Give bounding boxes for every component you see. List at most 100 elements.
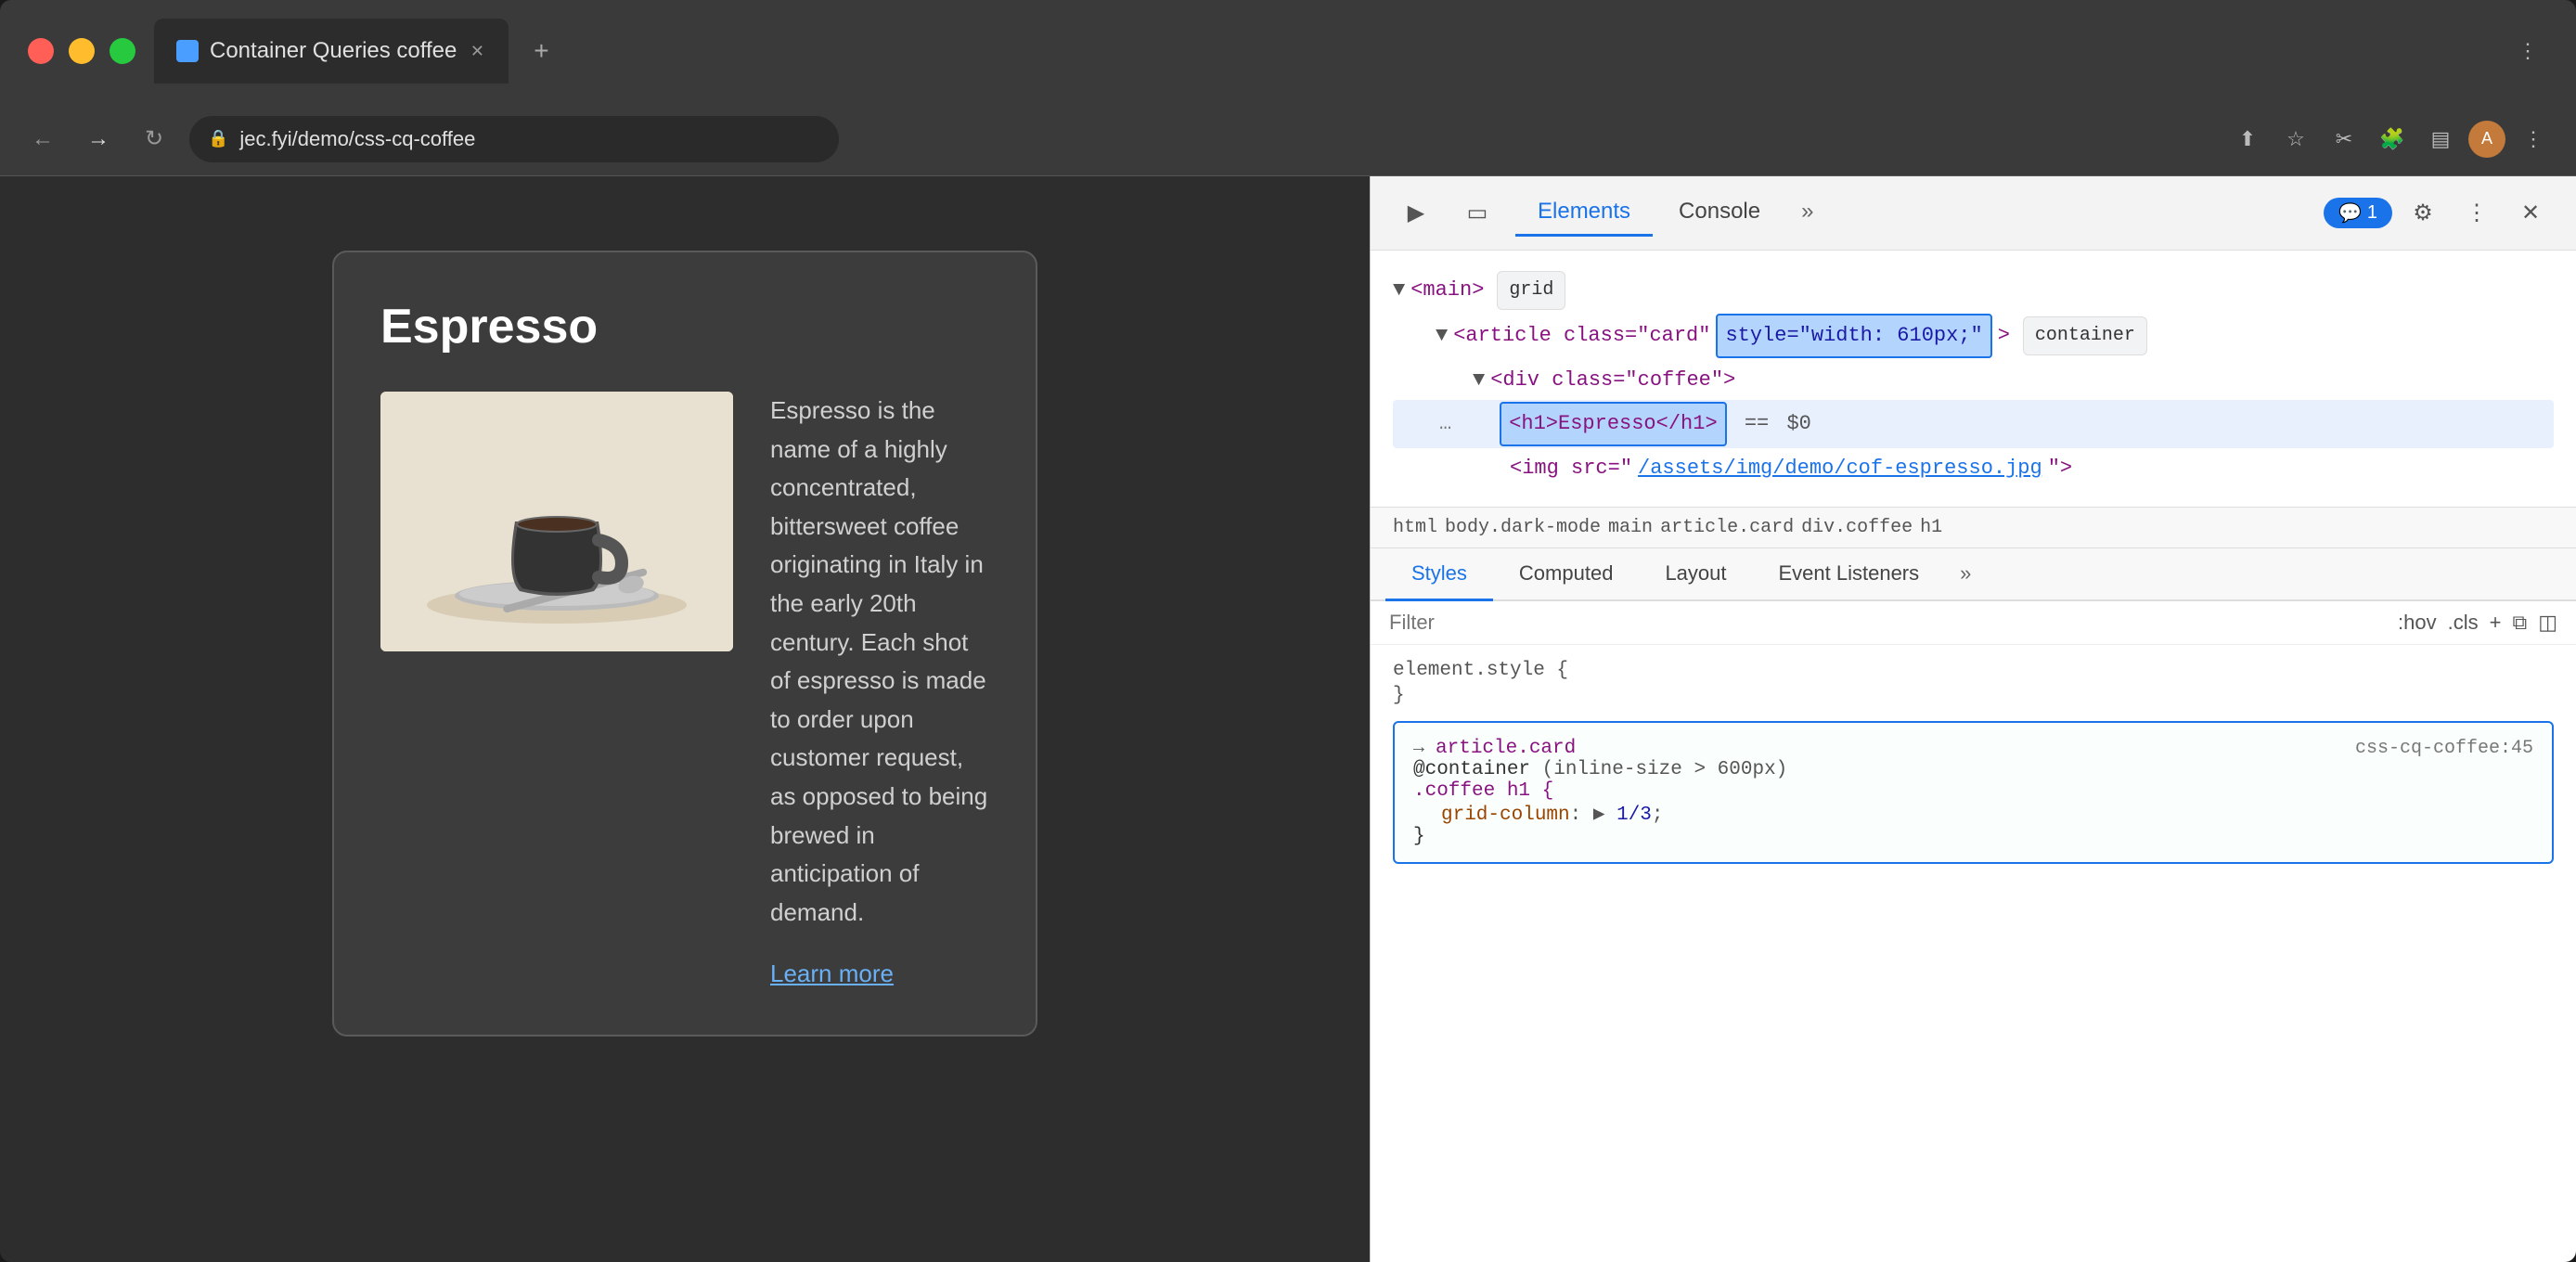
- breadcrumb-div[interactable]: div.coffee: [1801, 517, 1913, 538]
- url-text: jec.fyi/demo/css-cq-coffee: [239, 127, 475, 151]
- css-value-grid-column: 1/3: [1616, 805, 1652, 826]
- dom-article-close: >: [1998, 317, 2010, 354]
- tab-more[interactable]: »: [1786, 189, 1828, 237]
- css-container-selector[interactable]: article.card: [1436, 738, 1576, 759]
- breadcrumb-body[interactable]: body.dark-mode: [1445, 517, 1601, 538]
- css-grid-column-line: grid-column: ▶ 1/3;: [1413, 802, 2533, 826]
- dom-article-tag: <article class="card": [1453, 317, 1710, 354]
- styles-panel: Styles Computed Layout Event Listeners »…: [1371, 548, 2576, 1262]
- breadcrumb-main[interactable]: main: [1608, 517, 1653, 538]
- styles-tabs: Styles Computed Layout Event Listeners »: [1371, 548, 2576, 601]
- devtools-toolbar: ▶ ▭ Elements Console » 💬1 ⚙ ⋮ ✕: [1371, 176, 2576, 251]
- close-devtools-icon[interactable]: ✕: [2507, 190, 2554, 237]
- traffic-lights: [28, 38, 135, 64]
- learn-more-link[interactable]: Learn more: [770, 959, 989, 988]
- toolbar-right: ⬆ ☆ ✂ 🧩 ▤ A ⋮: [2227, 119, 2554, 160]
- sidebar-icon[interactable]: ▤: [2420, 119, 2461, 160]
- dom-article-badge: container: [2023, 316, 2147, 355]
- dom-article-style: style="width: 610px;": [1716, 314, 1991, 358]
- traffic-light-red[interactable]: [28, 38, 54, 64]
- dom-h1-line[interactable]: … <h1>Espresso</h1> == $0: [1393, 400, 2554, 448]
- tab-styles-more[interactable]: »: [1945, 548, 1986, 599]
- breadcrumb-html[interactable]: html: [1393, 517, 1437, 538]
- inspect-element-icon[interactable]: ▶: [1393, 190, 1439, 237]
- address-bar[interactable]: 🔒 jec.fyi/demo/css-cq-coffee: [189, 116, 839, 162]
- cls-toggle[interactable]: .cls: [2448, 611, 2479, 635]
- tab-bar: Container Queries coffee ✕ +: [154, 19, 2489, 84]
- devtools-panel: ▶ ▭ Elements Console » 💬1 ⚙ ⋮ ✕: [1370, 176, 2576, 1262]
- reload-button[interactable]: ↻: [134, 119, 174, 160]
- copy-styles-icon[interactable]: ⧉: [2512, 611, 2527, 635]
- avatar[interactable]: A: [2468, 121, 2505, 158]
- more-options-icon[interactable]: ⋮: [2513, 119, 2554, 160]
- breadcrumb-article[interactable]: article.card: [1660, 517, 1794, 538]
- dom-tree: ▼ <main> grid ▼ <article class="card" st…: [1371, 251, 2576, 508]
- coffee-image: [380, 392, 733, 651]
- extensions-icon[interactable]: 🧩: [2372, 119, 2413, 160]
- dom-img-open: <img src=": [1510, 450, 1632, 487]
- tab-console[interactable]: Console: [1656, 189, 1783, 237]
- active-tab[interactable]: Container Queries coffee ✕: [154, 19, 509, 84]
- device-toolbar-icon[interactable]: ▭: [1454, 190, 1501, 237]
- tab-label: Container Queries coffee: [210, 38, 457, 64]
- element-style-rule: element.style { }: [1393, 660, 2554, 706]
- element-style-footer: }: [1393, 685, 2554, 706]
- dom-equals: ==: [1732, 406, 1770, 443]
- css-coffee-h1-selector: .coffee h1 {: [1413, 780, 2533, 802]
- tab-computed[interactable]: Computed: [1493, 548, 1640, 601]
- css-rule-close: }: [1413, 826, 2533, 847]
- traffic-light-yellow[interactable]: [69, 38, 95, 64]
- dom-div-tag: <div class="coffee">: [1490, 362, 1735, 399]
- layout-toggle-icon[interactable]: ◫: [2538, 611, 2557, 635]
- breadcrumb-h1[interactable]: h1: [1920, 517, 1942, 538]
- dom-ellipsis: …: [1439, 406, 1451, 443]
- coffee-card: Espresso: [332, 251, 1037, 1037]
- coffee-text-area: Espresso is the name of a highly concent…: [770, 392, 989, 988]
- dom-img-src[interactable]: /assets/img/demo/cof-espresso.jpg: [1638, 450, 2042, 487]
- dom-main-tag: <main>: [1410, 272, 1484, 309]
- tab-favicon: [176, 40, 199, 62]
- filter-right: :hov .cls + ⧉ ◫: [2398, 611, 2557, 635]
- tab-close-button[interactable]: ✕: [468, 42, 486, 60]
- dom-main-badge: grid: [1497, 271, 1565, 310]
- devtools-more-icon[interactable]: ⋮: [2454, 190, 2500, 237]
- share-icon[interactable]: ⬆: [2227, 119, 2268, 160]
- tab-event-listeners[interactable]: Event Listeners: [1753, 548, 1946, 601]
- cut-icon[interactable]: ✂: [2324, 119, 2364, 160]
- browser-menu-icon[interactable]: ⋮: [2507, 31, 2548, 71]
- coffee-card-title: Espresso: [380, 299, 989, 354]
- forward-button[interactable]: →: [78, 119, 119, 160]
- css-inner-selector: .coffee h1 {: [1413, 780, 1553, 802]
- css-at-container: @container: [1413, 759, 1542, 780]
- hov-toggle[interactable]: :hov: [2398, 611, 2437, 635]
- dom-div-line[interactable]: ▼ <div class="coffee">: [1393, 360, 2554, 401]
- bookmark-icon[interactable]: ☆: [2275, 119, 2316, 160]
- css-close-brace: }: [1413, 826, 1425, 847]
- dom-h1-tag: <h1>Espresso</h1>: [1500, 402, 1726, 446]
- tab-layout[interactable]: Layout: [1639, 548, 1752, 601]
- container-query-rule: → article.card css-cq-coffee:45 @contain…: [1393, 721, 2554, 864]
- browser-window: Container Queries coffee ✕ + ⋮ ← → ↻ 🔒 j…: [0, 0, 2576, 1262]
- css-source-link[interactable]: css-cq-coffee:45: [2355, 738, 2533, 759]
- styles-content: element.style { } → article.card css-cq-…: [1371, 645, 2576, 1262]
- add-style-icon[interactable]: +: [2490, 611, 2502, 635]
- dom-dollar: $0: [1774, 406, 1811, 443]
- console-badge[interactable]: 💬1: [2324, 198, 2392, 228]
- css-arrow-icon: →: [1413, 738, 1436, 759]
- new-tab-button[interactable]: +: [518, 28, 564, 74]
- devtools-toolbar-right: 💬1 ⚙ ⋮ ✕: [2324, 190, 2554, 237]
- title-bar: Container Queries coffee ✕ + ⋮: [0, 0, 2576, 102]
- filter-input[interactable]: [1389, 611, 2387, 635]
- dom-main-line[interactable]: ▼ <main> grid: [1393, 269, 2554, 312]
- back-button[interactable]: ←: [22, 119, 63, 160]
- dom-img-close: ">: [2048, 450, 2072, 487]
- settings-icon[interactable]: ⚙: [2400, 190, 2446, 237]
- tab-elements[interactable]: Elements: [1515, 189, 1653, 237]
- tab-styles[interactable]: Styles: [1385, 548, 1493, 601]
- dom-article-line[interactable]: ▼ <article class="card" style="width: 61…: [1393, 312, 2554, 360]
- toolbar: ← → ↻ 🔒 jec.fyi/demo/css-cq-coffee ⬆ ☆ ✂…: [0, 102, 2576, 176]
- css-prop-arrow[interactable]: ▶: [1593, 805, 1616, 826]
- dom-img-line[interactable]: <img src="/assets/img/demo/cof-espresso.…: [1393, 448, 2554, 489]
- coffee-description: Espresso is the name of a highly concent…: [770, 392, 989, 932]
- traffic-light-green[interactable]: [109, 38, 135, 64]
